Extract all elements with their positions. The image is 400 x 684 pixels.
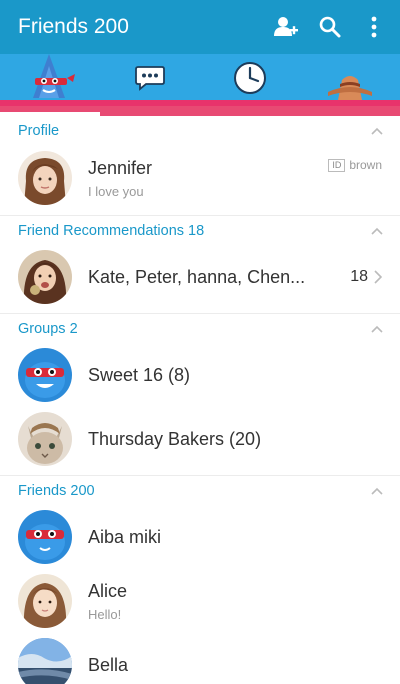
tab-chats[interactable] (100, 54, 200, 102)
group-row[interactable]: Thursday Bakers (20) (0, 407, 400, 471)
friend-row[interactable]: Bella (0, 633, 400, 684)
chevron-up-icon[interactable] (370, 124, 384, 138)
chat-bubble-icon (135, 66, 165, 91)
avatar (18, 574, 72, 628)
chevron-up-icon[interactable] (370, 322, 384, 336)
chevron-right-icon (374, 270, 382, 284)
recommendation-names: Kate, Peter, hanna, Chen... (88, 266, 306, 287)
id-value: brown (349, 158, 382, 172)
avatar (18, 412, 72, 466)
chevron-up-icon[interactable] (370, 224, 384, 238)
avatar (18, 250, 72, 304)
more-menu-button[interactable] (352, 0, 396, 54)
section-label: Friends 200 (18, 482, 95, 499)
shark-character-icon (33, 54, 75, 98)
search-button[interactable] (308, 0, 352, 54)
tab-bar (0, 54, 400, 116)
friends-section-header[interactable]: Friends 200 (0, 475, 400, 505)
add-friend-icon (274, 17, 298, 36)
user-id-badge: ID brown (328, 158, 382, 172)
search-icon (319, 16, 341, 38)
groups-section-header[interactable]: Groups 2 (0, 313, 400, 343)
page-title: Friends 200 (18, 15, 129, 38)
recommendation-count: 18 (350, 268, 368, 285)
group-name: Sweet 16 (8) (88, 364, 191, 385)
avatar (18, 638, 72, 684)
avatar (18, 510, 72, 564)
avatar (18, 348, 72, 402)
avatar (18, 151, 72, 205)
section-label: Groups 2 (18, 320, 78, 337)
friend-row[interactable]: Aiba miki (0, 505, 400, 569)
tab-timeline[interactable] (200, 54, 300, 102)
tab-more[interactable] (300, 54, 400, 102)
add-friend-button[interactable] (264, 0, 308, 54)
friends-list: Profile Jennifer I love you ID brown Fri… (0, 116, 400, 684)
group-row[interactable]: Sweet 16 (8) (0, 343, 400, 407)
section-label: Friend Recommendations 18 (18, 222, 205, 239)
group-name: Thursday Bakers (20) (88, 428, 262, 449)
id-label: ID (328, 158, 346, 172)
profile-status: I love you (88, 183, 144, 199)
hat-character-icon (328, 76, 372, 100)
recommendations-section-header[interactable]: Friend Recommendations 18 (0, 215, 400, 245)
friend-row[interactable]: Alice Hello! (0, 569, 400, 633)
clock-icon (234, 62, 266, 94)
friend-name: Aiba miki (88, 526, 162, 547)
chevron-up-icon[interactable] (370, 484, 384, 498)
app-bar: Friends 200 (0, 0, 400, 54)
friend-name: Bella (88, 654, 129, 675)
recommendations-row[interactable]: Kate, Peter, hanna, Chen... 18 (0, 245, 400, 309)
more-vert-icon (371, 16, 377, 38)
friend-status: Hello! (88, 606, 122, 622)
section-label: Profile (18, 123, 60, 139)
profile-row[interactable]: Jennifer I love you ID brown (0, 146, 400, 210)
tab-friends[interactable] (0, 54, 100, 102)
profile-section-header[interactable]: Profile (0, 116, 400, 146)
friend-name: Alice (88, 580, 128, 601)
